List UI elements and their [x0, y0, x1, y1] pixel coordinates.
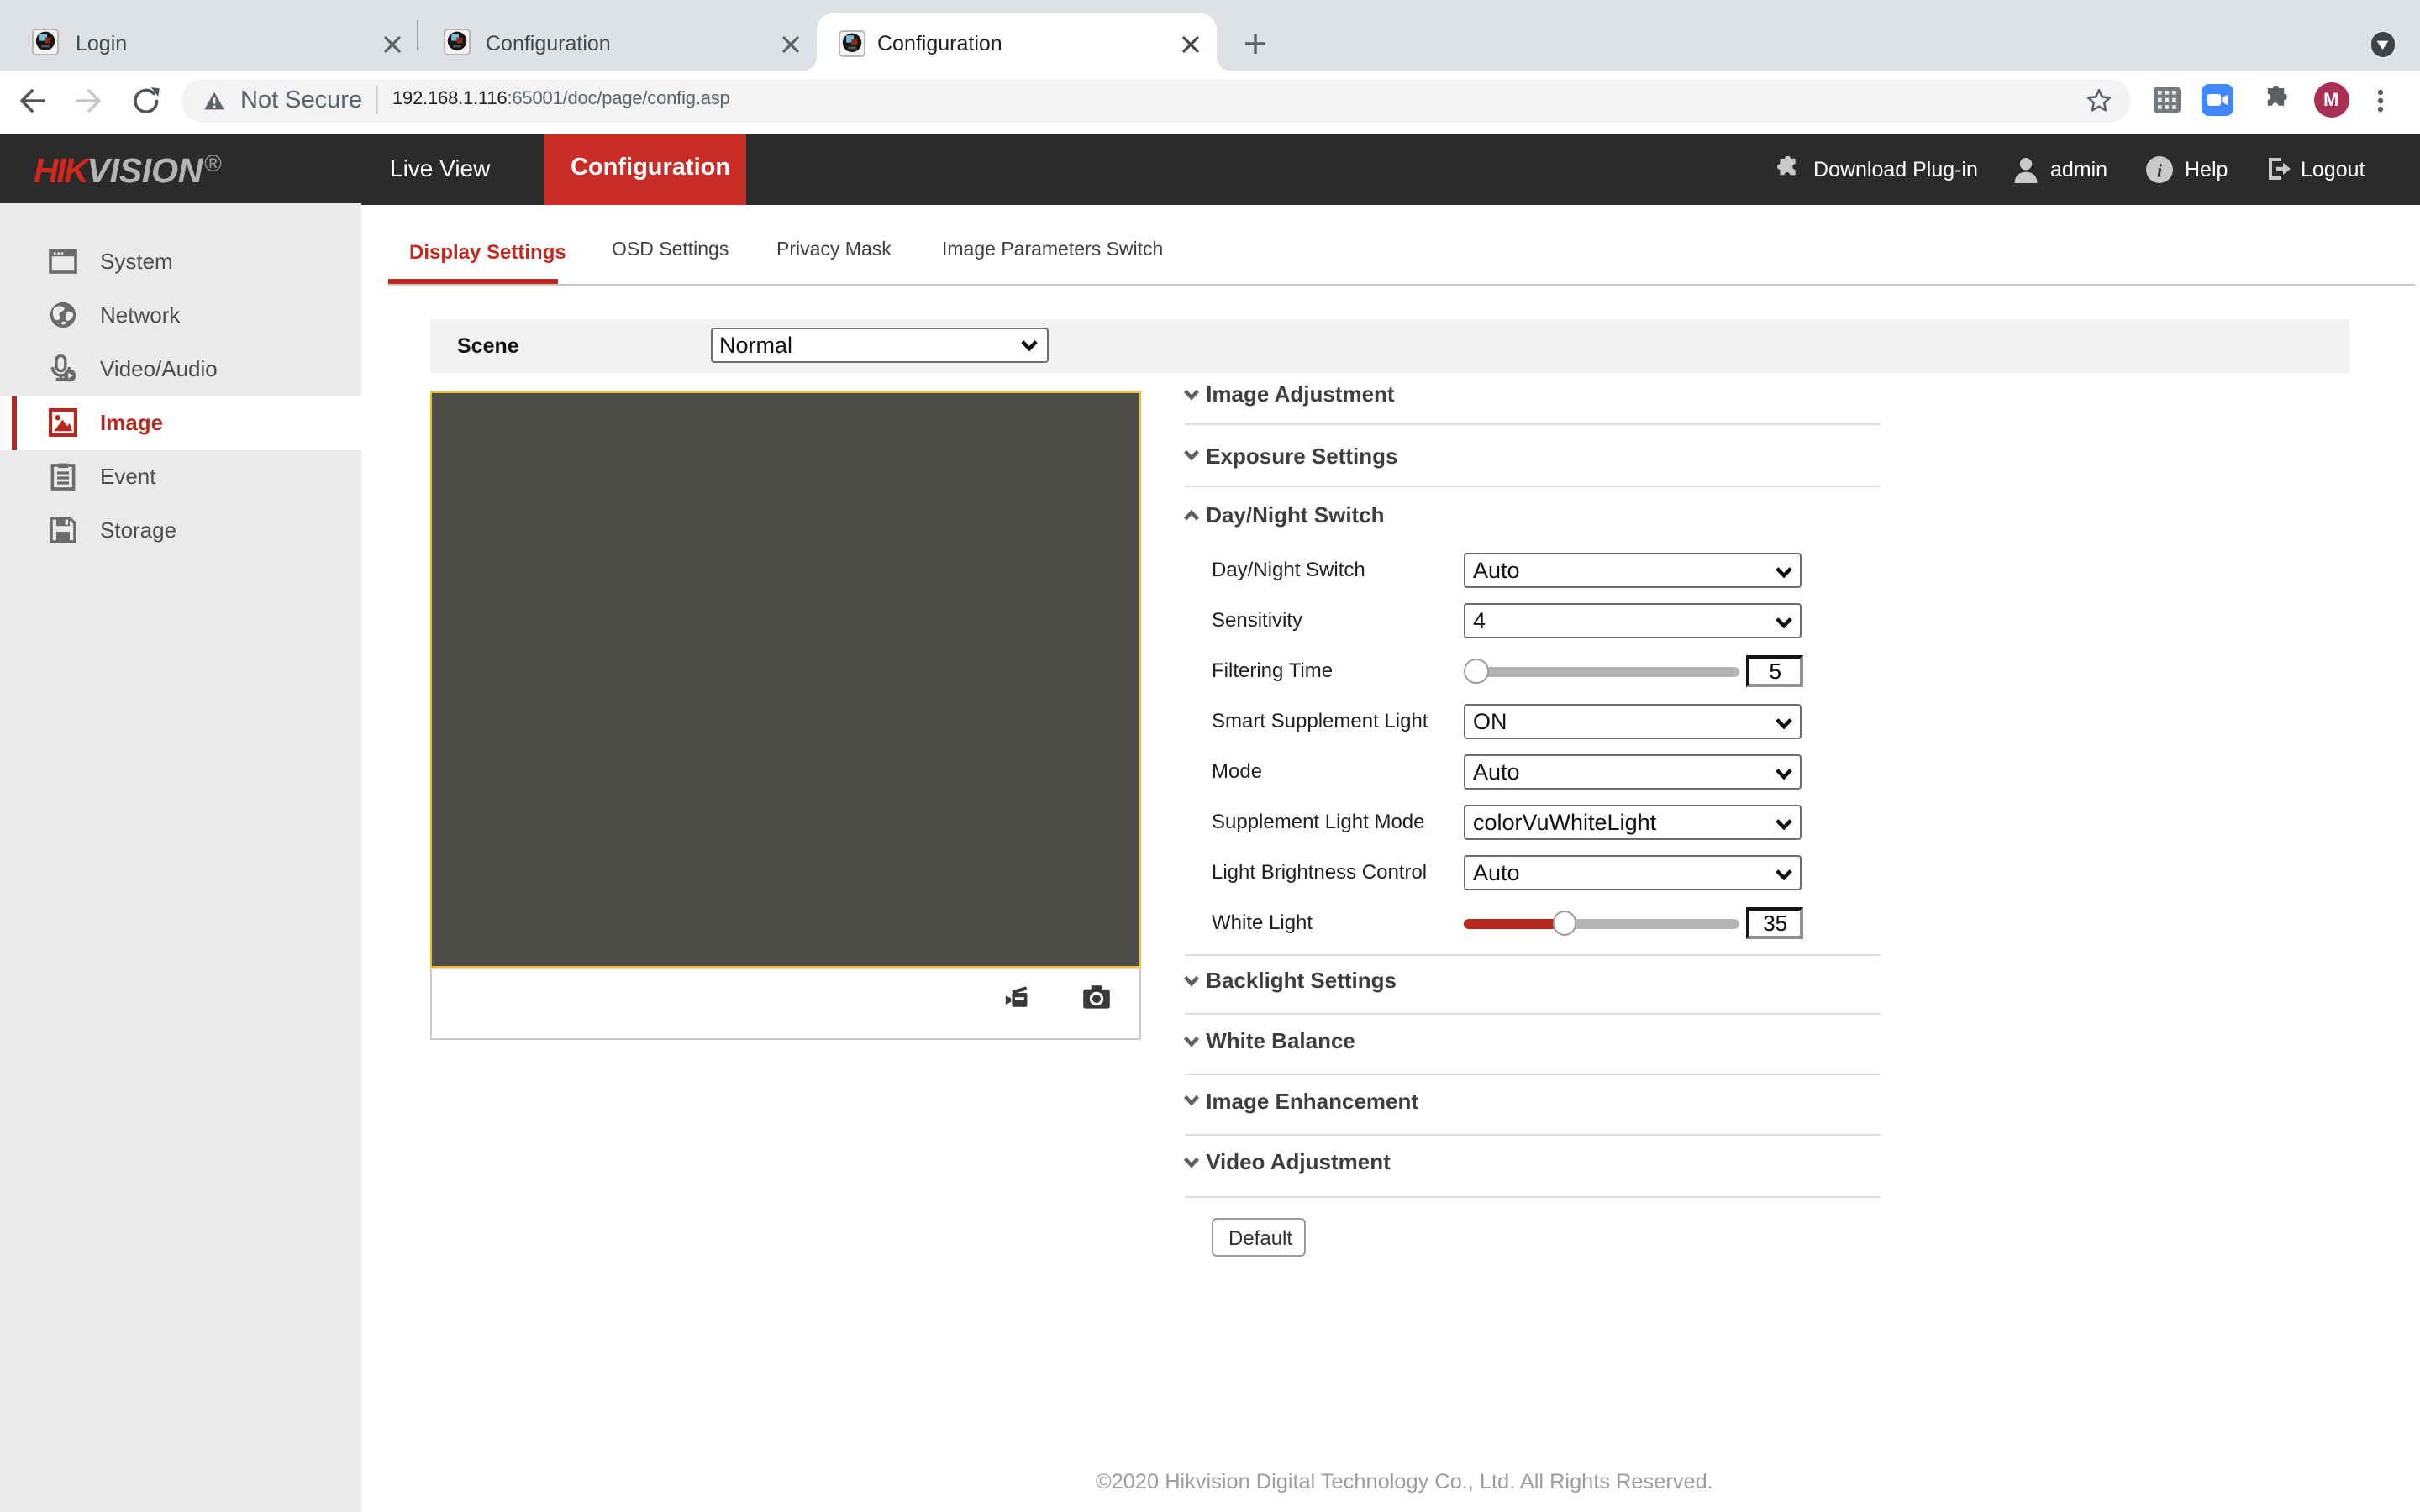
svg-text:i: i: [2157, 159, 2163, 180]
